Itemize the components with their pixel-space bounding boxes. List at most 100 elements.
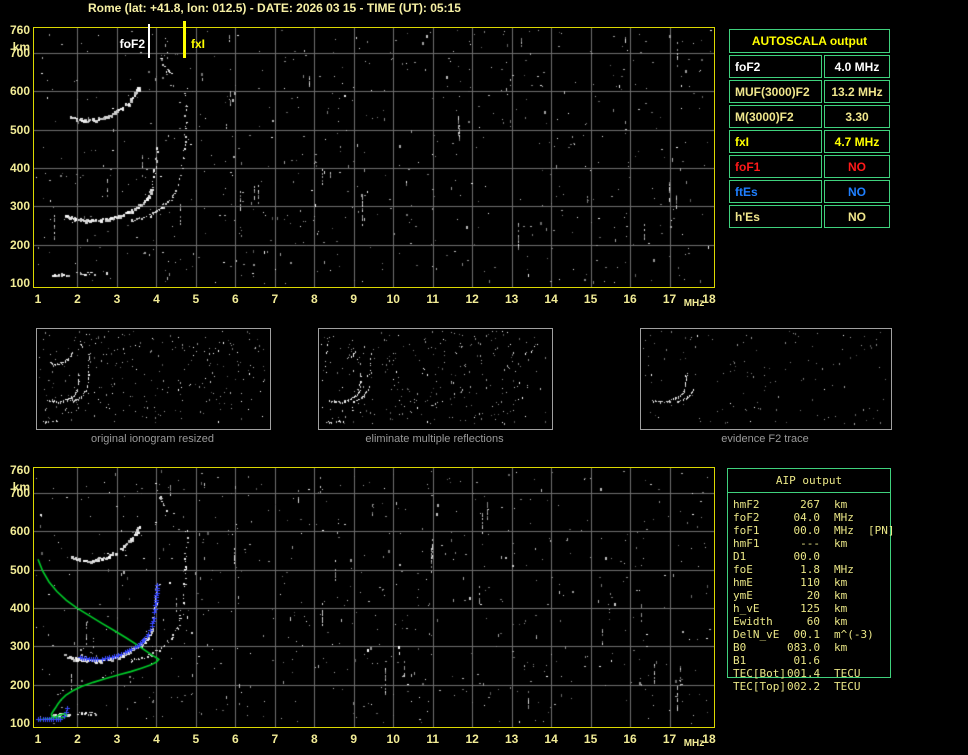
aip-row-TEC[Top]: TEC[Top]002.2 TECU bbox=[733, 680, 895, 693]
foF2-marker-line bbox=[148, 24, 150, 58]
aip-param-unit: m^(-3) bbox=[834, 628, 874, 641]
param-label: MUF(3000)F2 bbox=[729, 80, 822, 103]
top-y-axis-label-600: 600 bbox=[9, 84, 30, 99]
bottom-x-axis-label-4: 4 bbox=[153, 732, 160, 746]
top-x-axis-label-17: 17 bbox=[662, 292, 677, 306]
bottom-x-axis-label-16: 16 bbox=[623, 732, 637, 746]
aip-param-value: 001.4 bbox=[787, 667, 821, 680]
aip-param-note: [PN] bbox=[868, 524, 895, 537]
processing-panel-evidence-f2 bbox=[640, 328, 892, 430]
top-ionogram-plot bbox=[33, 27, 715, 288]
fxI-marker-label: fxI bbox=[191, 37, 206, 51]
autoscala-row-fxI: fxI 4.7 MHz bbox=[729, 130, 890, 153]
aip-param-value: 01.6 bbox=[793, 654, 821, 667]
autoscala-row-foF2: foF2 4.0 MHz bbox=[729, 55, 890, 78]
bottom-x-axis-label-13: 13 bbox=[504, 732, 519, 746]
aip-param-value: 04.0 bbox=[793, 511, 821, 524]
aip-param-label: TEC[Top] bbox=[733, 680, 786, 693]
aip-param-label: hmE bbox=[733, 576, 753, 589]
param-label: fxI bbox=[729, 130, 822, 153]
autoscala-table: AUTOSCALA output foF2 4.0 MHz MUF(3000)F2 13… bbox=[727, 27, 892, 230]
panel-caption-evidence: evidence F2 trace bbox=[721, 433, 809, 445]
param-value: NO bbox=[824, 205, 890, 228]
aip-output-title: AIP output bbox=[775, 474, 843, 487]
bottom-x-axis-label-11: 11 bbox=[426, 732, 440, 746]
bottom-x-axis-label-5: 5 bbox=[192, 732, 200, 746]
param-value: 4.0 MHz bbox=[824, 55, 890, 78]
bottom-x-axis-label-3: 3 bbox=[113, 732, 121, 746]
autoscala-row-MUF(3000)F2: MUF(3000)F2 13.2 MHz bbox=[729, 80, 890, 103]
aip-param-unit: km bbox=[834, 498, 848, 511]
param-value: NO bbox=[824, 180, 890, 203]
top-x-axis-label-2: 2 bbox=[74, 292, 81, 306]
aip-row-h_vE: h_vE 125 km bbox=[733, 602, 895, 615]
bottom-x-axis-label-2: 2 bbox=[74, 732, 81, 746]
aip-param-value: 00.0 bbox=[793, 550, 821, 563]
aip-row-foF1: foF1 00.0 MHz [PN] bbox=[733, 524, 895, 537]
aip-param-label: hmF2 bbox=[733, 498, 760, 511]
aip-row-foF2: foF2 04.0 MHz bbox=[733, 511, 895, 524]
aip-param-value: 00.0 bbox=[793, 524, 821, 537]
top-x-axis-label-4: 4 bbox=[153, 292, 160, 306]
param-label: ftEs bbox=[729, 180, 822, 203]
aip-row-hmF2: hmF2 267 km bbox=[733, 498, 895, 511]
aip-param-value: 002.2 bbox=[787, 680, 821, 693]
bottom-x-axis-label-17: 17 bbox=[662, 732, 677, 746]
aip-param-unit: TECU bbox=[834, 667, 861, 680]
aip-rows: hmF2 267 km foF2 04.0 MHz foF1 00.0 MHz [PN] hmF1 -… bbox=[733, 498, 895, 693]
aip-param-value: 083.0 bbox=[787, 641, 821, 654]
aip-param-value: 125 bbox=[800, 602, 820, 615]
param-value: 3.30 bbox=[824, 105, 890, 128]
aip-param-unit: km bbox=[834, 576, 848, 589]
bottom-x-axis-label-6: 6 bbox=[232, 732, 239, 746]
aip-param-value: 110 bbox=[800, 576, 820, 589]
bottom-x-axis-label-8: 8 bbox=[310, 732, 318, 746]
aip-param-unit: km bbox=[834, 641, 848, 654]
bottom-y-axis-label-300: 300 bbox=[9, 639, 30, 654]
top-y-axis-label-400: 400 bbox=[9, 161, 30, 175]
aip-param-unit: TECU bbox=[834, 680, 861, 693]
aip-param-label: Ewidth bbox=[733, 615, 773, 628]
aip-param-label: DelN_vE bbox=[733, 628, 780, 641]
bottom-x-axis-label-7: 7 bbox=[271, 732, 279, 746]
panel-eliminate-canvas bbox=[319, 329, 550, 427]
autoscala-row-ftEs: ftEs NO bbox=[729, 180, 890, 203]
autoscala-row-foF1: foF1 NO bbox=[729, 155, 890, 178]
param-value: 13.2 MHz bbox=[824, 80, 890, 103]
aip-row-hmE: hmE 110 km bbox=[733, 576, 895, 589]
aip-param-unit: km bbox=[834, 602, 848, 615]
top-y-axis-label-300: 300 bbox=[9, 199, 30, 214]
aip-param-value: 20 bbox=[806, 589, 820, 602]
aip-row-DelN_vE: DelN_vE 00.1 m^(-3) bbox=[733, 628, 895, 641]
top-x-axis-label-12: 12 bbox=[465, 292, 479, 306]
aip-row-ymE: ymE 20 km bbox=[733, 589, 895, 602]
aip-row-hmF1: hmF1 --- km bbox=[733, 537, 895, 550]
panel-original-canvas bbox=[37, 329, 268, 427]
aip-param-unit: MHz bbox=[834, 563, 854, 576]
top-ionogram-canvas bbox=[34, 28, 714, 287]
aip-param-label: hmF1 bbox=[733, 537, 760, 550]
aip-header-separator bbox=[727, 492, 891, 493]
top-x-axis-label-6: 6 bbox=[232, 292, 239, 306]
param-value: NO bbox=[824, 155, 890, 178]
top-y-axis-label-760: 760 bbox=[9, 23, 30, 37]
bottom-x-axis-label-10: 10 bbox=[386, 732, 400, 746]
bottom-y-axis-label-600: 600 bbox=[9, 524, 30, 539]
window-title: Rome (lat: +41.8, lon: 012.5) - DATE: 20… bbox=[88, 1, 461, 15]
param-label: foF2 bbox=[729, 55, 822, 78]
aip-param-value: --- bbox=[800, 537, 820, 550]
panel-caption-original: original ionogram resized bbox=[91, 433, 214, 445]
aip-row-foE: foE 1.8 MHz bbox=[733, 563, 895, 576]
autoscala-row-M(3000)F2: M(3000)F2 3.30 bbox=[729, 105, 890, 128]
top-y-axis-label-500: 500 bbox=[9, 122, 30, 137]
processing-panel-original bbox=[36, 328, 271, 430]
bottom-x-axis-label-15: 15 bbox=[583, 732, 598, 746]
aip-param-label: foF2 bbox=[733, 511, 760, 524]
top-x-axis-label-13: 13 bbox=[504, 292, 519, 306]
param-label: h'Es bbox=[729, 205, 822, 228]
top-x-axis-label-1: 1 bbox=[34, 292, 42, 306]
param-label: M(3000)F2 bbox=[729, 105, 822, 128]
top-x-axis-label-8: 8 bbox=[310, 292, 318, 306]
aip-param-value: 1.8 bbox=[800, 563, 820, 576]
top-x-axis-unit: MHz bbox=[683, 298, 705, 309]
